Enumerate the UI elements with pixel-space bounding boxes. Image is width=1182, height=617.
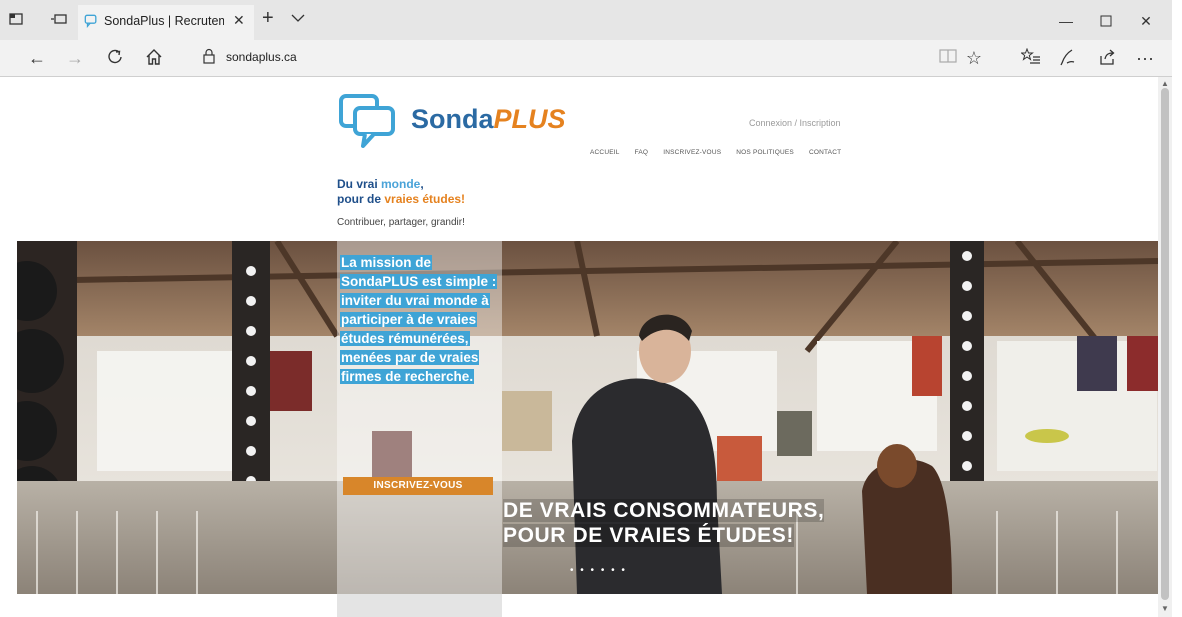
site-logo-text[interactable]: SondaPLUS [411, 104, 566, 135]
tab-title: SondaPlus | Recrutemer [104, 14, 224, 28]
nav-item-accueil[interactable]: ACCUEIL [590, 149, 620, 156]
carousel-dots[interactable]: • • • • • • [570, 565, 627, 576]
site-tagline: Du vrai monde, pour de vraies études! [337, 177, 465, 207]
sondaplus-logo-icon[interactable] [338, 93, 400, 149]
browser-tab[interactable]: SondaPlus | Recrutemer ✕ [78, 5, 254, 40]
tagline-part: , [420, 177, 424, 191]
signup-button[interactable]: INSCRIVEZ-VOUS [343, 477, 493, 495]
tab-actions-icon[interactable] [7, 11, 25, 29]
main-nav: ACCUEIL FAQ INSCRIVEZ-VOUS NOS POLITIQUE… [590, 149, 856, 156]
hero-headline-line1: DE VRAIS CONSOMMATEURS, [503, 499, 825, 522]
mission-text: La mission de SondaPLUS est simple : inv… [340, 255, 498, 384]
minimize-icon[interactable]: — [1046, 8, 1086, 34]
back-icon[interactable]: ← [26, 48, 48, 68]
maximize-icon[interactable] [1086, 8, 1126, 34]
home-icon[interactable] [143, 48, 165, 68]
browser-nav-bar: ← → sondaplus.ca ☆ ··· [0, 40, 1172, 76]
tab-favicon [84, 14, 97, 28]
new-tab-icon[interactable]: + [262, 8, 274, 28]
refresh-icon[interactable] [104, 48, 126, 68]
nav-item-inscrivez-vous[interactable]: INSCRIVEZ-VOUS [663, 149, 721, 156]
scrollbar-thumb[interactable] [1161, 88, 1169, 600]
login-link[interactable]: Connexion / Inscription [749, 118, 841, 128]
hero-headline-line2: POUR DE VRAIES ÉTUDES! [503, 524, 794, 547]
pen-icon[interactable] [1056, 48, 1078, 68]
mission-statement: La mission de SondaPLUS est simple : inv… [340, 253, 500, 386]
close-window-icon[interactable]: ✕ [1126, 8, 1166, 34]
scroll-up-icon[interactable]: ▲ [1160, 79, 1170, 88]
more-icon[interactable]: ··· [1134, 48, 1156, 68]
favorite-star-icon[interactable]: ☆ [963, 48, 985, 68]
nav-item-contact[interactable]: CONTACT [809, 149, 841, 156]
window-edge [1172, 0, 1182, 617]
logo-wordmark-plus: PLUS [493, 104, 566, 134]
tab-list-icon[interactable] [291, 12, 305, 24]
nav-item-nos-politiques[interactable]: NOS POLITIQUES [736, 149, 794, 156]
forward-icon[interactable]: → [64, 48, 86, 68]
close-icon[interactable]: ✕ [233, 12, 245, 29]
tab-preview-icon[interactable] [50, 11, 68, 29]
reading-view-icon[interactable] [937, 48, 959, 68]
mission-panel [337, 594, 502, 617]
nav-item-faq[interactable]: FAQ [635, 149, 649, 156]
tagline-part: pour de [337, 192, 385, 206]
chrome-divider [0, 76, 1172, 77]
page-background [0, 594, 1158, 617]
browser-tab-bar: SondaPlus | Recrutemer ✕ + — ✕ [0, 0, 1172, 40]
logo-wordmark-main: Sonda [411, 104, 494, 134]
scroll-down-icon[interactable]: ▼ [1160, 604, 1170, 613]
tagline-highlight-blue: monde [381, 177, 421, 191]
tagline-highlight-orange: vraies études! [384, 192, 466, 206]
share-icon[interactable] [1096, 48, 1118, 68]
site-subtagline: Contribuer, partager, grandir! [337, 217, 465, 228]
address-bar[interactable]: sondaplus.ca [226, 50, 297, 64]
hero-headline: DE VRAIS CONSOMMATEURS, POUR DE VRAIES É… [503, 498, 825, 548]
tagline-part: Du vrai [337, 177, 382, 191]
favorites-hub-icon[interactable] [1020, 47, 1042, 68]
page-margin [0, 241, 17, 617]
lock-icon [198, 48, 220, 68]
